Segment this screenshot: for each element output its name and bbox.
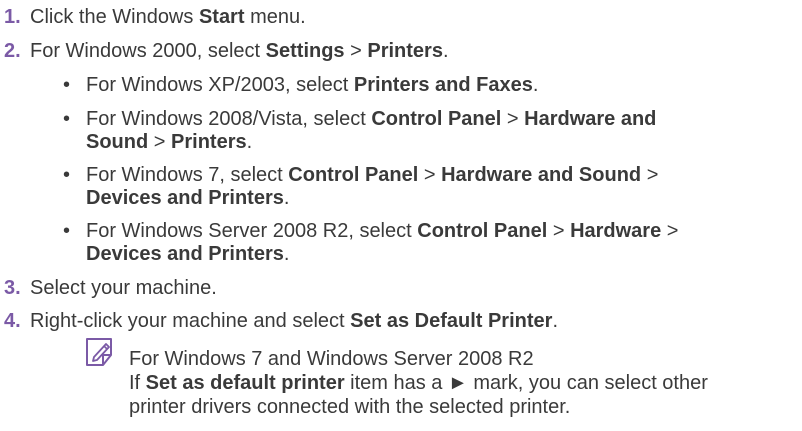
step-number: 1. [4,6,21,28]
bullet: • [63,220,71,242]
step-text: Right-click your machine and select Set … [30,310,558,332]
note-text: If Set as default printer item has a ► m… [129,372,708,394]
sub-item-text: For Windows 2008/Vista, select Control P… [86,108,657,130]
step-text: For Windows 2000, select Settings > Prin… [30,40,449,62]
bullet: • [63,164,71,186]
step-number: 2. [4,40,21,62]
step-number: 4. [4,310,21,332]
instruction-page: 1. Click the Windows Start menu. 2. For … [0,0,802,431]
step-number: 3. [4,277,21,299]
sub-item-text-continued: Devices and Printers. [86,243,290,265]
sub-item-text: For Windows XP/2003, select Printers and… [86,74,539,96]
sub-item-text-continued: Devices and Printers. [86,187,290,209]
note-pencil-icon [86,338,112,366]
note-title: For Windows 7 and Windows Server 2008 R2 [129,348,534,370]
note-text-continued: printer drivers connected with the selec… [129,396,571,418]
step-text: Click the Windows Start menu. [30,6,306,28]
step-text: Select your machine. [30,277,217,299]
sub-item-text: For Windows Server 2008 R2, select Contr… [86,220,679,242]
sub-item-text: For Windows 7, select Control Panel > Ha… [86,164,659,186]
bullet: • [63,108,71,130]
bullet: • [63,74,71,96]
sub-item-text-continued: Sound > Printers. [86,131,253,153]
